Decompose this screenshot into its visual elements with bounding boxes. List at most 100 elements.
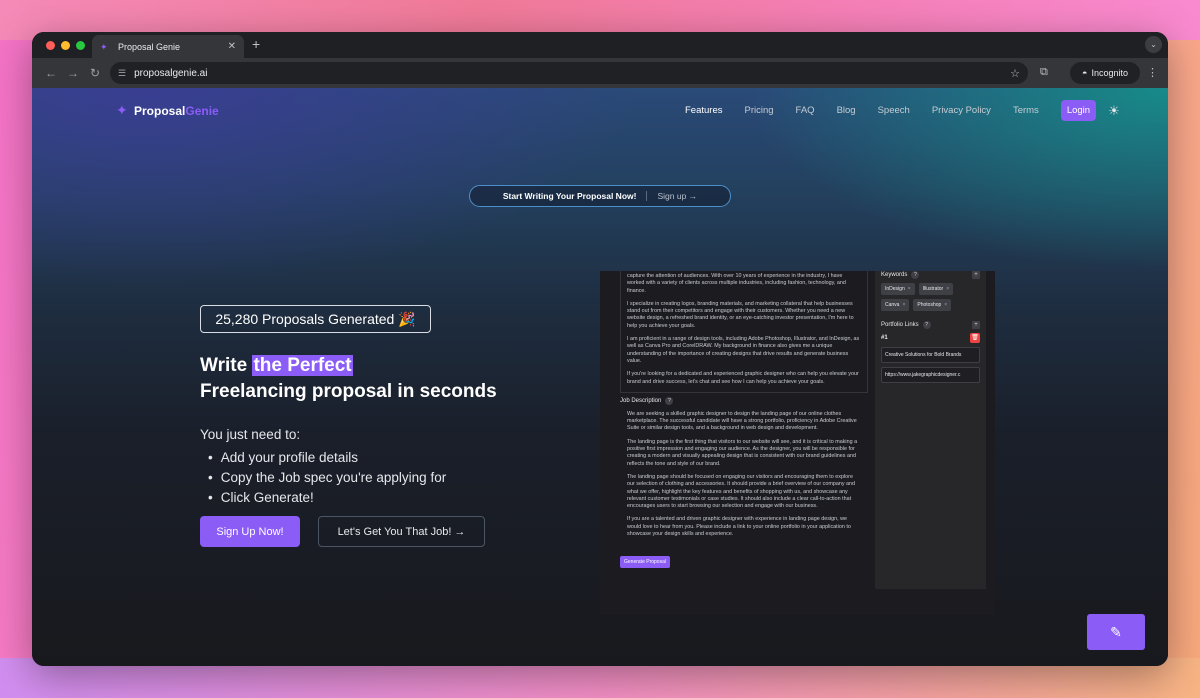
chevron-down-icon[interactable]: ⌄ [1145,36,1162,53]
trash-icon: 🗑 [970,333,980,343]
forward-arrow-icon[interactable]: → [62,66,84,80]
get-that-job-button[interactable]: Let's Get You That Job! → [318,516,485,547]
portfolio-title-field: Creative Solutions for Bold Brands [881,347,980,363]
job-description-textarea: We are seeking a skilled graphic designe… [620,409,868,550]
hero-intro: You just need to: [200,427,301,442]
web-page: ✦ Proposal Genie Features Pricing FAQ Bl… [32,88,1168,666]
browser-window: ✦ Proposal Genie ✕ + ⌄ ← → ↻ ☰ proposalg… [32,32,1168,666]
site-logo[interactable]: ✦ Proposal Genie [116,102,219,120]
sign-up-button[interactable]: Sign Up Now! [200,516,300,547]
keyword-chip-label: Photoshop [917,302,942,308]
job-description-label: Job Description ? [620,396,868,405]
headline-highlight: the Perfect [252,355,353,376]
back-arrow-icon[interactable]: ← [40,66,62,80]
genie-favicon-icon: ✦ [100,41,108,52]
profile-textarea: capture the attention of audiences. With… [620,271,868,393]
app-preview: capture the attention of audiences. With… [600,271,995,615]
main-nav: Features Pricing FAQ Blog Speech Privacy… [685,100,1120,121]
portfolio-row: #1 🗑 [881,333,980,343]
proposals-counter: 25,280 Proposals Generated 🎉 [200,305,431,333]
minimize-window-button[interactable] [61,41,70,50]
address-bar[interactable]: ☰ proposalgenie.ai ☆ [110,62,1028,84]
nav-blog[interactable]: Blog [837,105,856,116]
job-paragraph: The landing page should be focused on en… [627,473,856,510]
logo-text-proposal: Proposal [134,104,186,118]
browser-toolbar: ← → ↻ ☰ proposalgenie.ai ☆ ⧉ ◓ Incognito… [32,58,1168,88]
nav-speech[interactable]: Speech [878,105,910,116]
job-description-label-text: Job Description [620,397,662,404]
hero-headline: Write the Perfect Freelancing proposal i… [200,353,497,405]
step-item: Add your profile details [208,448,446,468]
tab-bar: ✦ Proposal Genie ✕ + ⌄ [32,32,1168,58]
keywords-label-text: Keywords [881,272,908,278]
url-text: proposalgenie.ai [134,67,208,79]
portfolio-label-text: Portfolio Links [881,322,919,328]
reload-icon[interactable]: ↻ [84,66,106,80]
window-controls [46,41,85,50]
nav-privacy-policy[interactable]: Privacy Policy [932,105,991,116]
banner-divider [646,191,648,201]
feedback-chat-button[interactable]: ✎ [1087,614,1145,650]
banner-signup-link[interactable]: Sign up → [657,191,697,201]
help-icon: ? [922,321,931,329]
extensions-puzzle-icon[interactable]: ⧉ [1040,66,1048,79]
more-menu-icon[interactable]: ⋮ [1147,66,1158,79]
start-writing-banner[interactable]: Start Writing Your Proposal Now! Sign up… [469,185,731,207]
nav-pricing[interactable]: Pricing [745,105,774,116]
close-icon: × [944,302,948,308]
plus-icon: + [972,321,980,329]
profile-paragraph: capture the attention of audiences. With… [627,273,846,294]
keywords-label: Keywords ? + [881,271,980,279]
profile-paragraph: I specialize in creating logos, branding… [627,300,854,329]
keyword-chip: Canva × [881,299,910,311]
close-window-button[interactable] [46,41,55,50]
keyword-chip-label: InDesign [885,286,905,292]
close-icon[interactable]: ✕ [228,41,236,52]
help-icon: ? [911,271,920,279]
plus-icon: + [972,271,980,279]
job-paragraph: The landing page is the first thing that… [627,438,858,467]
keyword-chip: Illustrator × [918,283,954,295]
portfolio-url-field: https://www.jakegraphicdesigner.c [881,367,980,383]
step-item: Click Generate! [208,488,446,508]
nav-terms[interactable]: Terms [1013,105,1039,116]
portfolio-links-label: Portfolio Links ? + [881,321,980,329]
generate-proposal-button: Generate Proposal [620,556,670,569]
profile-paragraph: I am proficient in a range of design too… [627,336,860,364]
profile-paragraph: If you're looking for a dedicated and ex… [627,371,859,385]
keyword-chip: InDesign × [881,283,915,295]
incognito-indicator[interactable]: ◓ Incognito [1070,62,1140,84]
nav-features[interactable]: Features [685,105,723,116]
steps-list: Add your profile details Copy the Job sp… [208,448,446,508]
step-item: Copy the Job spec you're applying for [208,468,446,488]
site-settings-icon[interactable]: ☰ [118,68,126,79]
tab-title: Proposal Genie [118,41,181,52]
browser-tab[interactable]: ✦ Proposal Genie ✕ [92,35,244,58]
new-tab-plus-icon[interactable]: + [252,36,260,52]
bookmark-star-icon[interactable]: ☆ [1010,67,1020,80]
incognito-icon: ◓ [1082,68,1088,78]
job-paragraph: If you are a talented and driven graphic… [627,516,851,538]
help-icon: ? [665,396,674,405]
close-icon: × [902,302,906,308]
chat-edit-icon: ✎ [1110,623,1122,640]
incognito-label: Incognito [1091,68,1128,78]
job-paragraph: We are seeking a skilled graphic designe… [627,410,857,432]
close-icon: × [946,286,950,292]
keyword-chip-label: Illustrator [922,286,944,292]
nav-faq[interactable]: FAQ [796,105,815,116]
headline-prefix: Write [200,355,253,376]
preview-left-column: capture the attention of audiences. With… [620,271,868,569]
headline-line2: Freelancing proposal in seconds [200,381,497,402]
maximize-window-button[interactable] [76,41,85,50]
sun-theme-toggle-icon[interactable]: ☀ [1108,103,1120,119]
preview-right-panel: Keywords ? + InDesign × Illustrator × Canv… [875,271,986,589]
banner-text: Start Writing Your Proposal Now! [502,191,637,201]
keyword-chip: Photoshop × [913,299,952,311]
login-button[interactable]: Login [1060,100,1097,121]
keyword-chip-label: Canva [885,302,900,308]
genie-logo-icon: ✦ [116,102,128,118]
close-icon: × [907,286,911,292]
portfolio-number: #1 [881,335,888,341]
keyword-chips: InDesign × Illustrator × Canva × Photoshop × [881,283,980,311]
